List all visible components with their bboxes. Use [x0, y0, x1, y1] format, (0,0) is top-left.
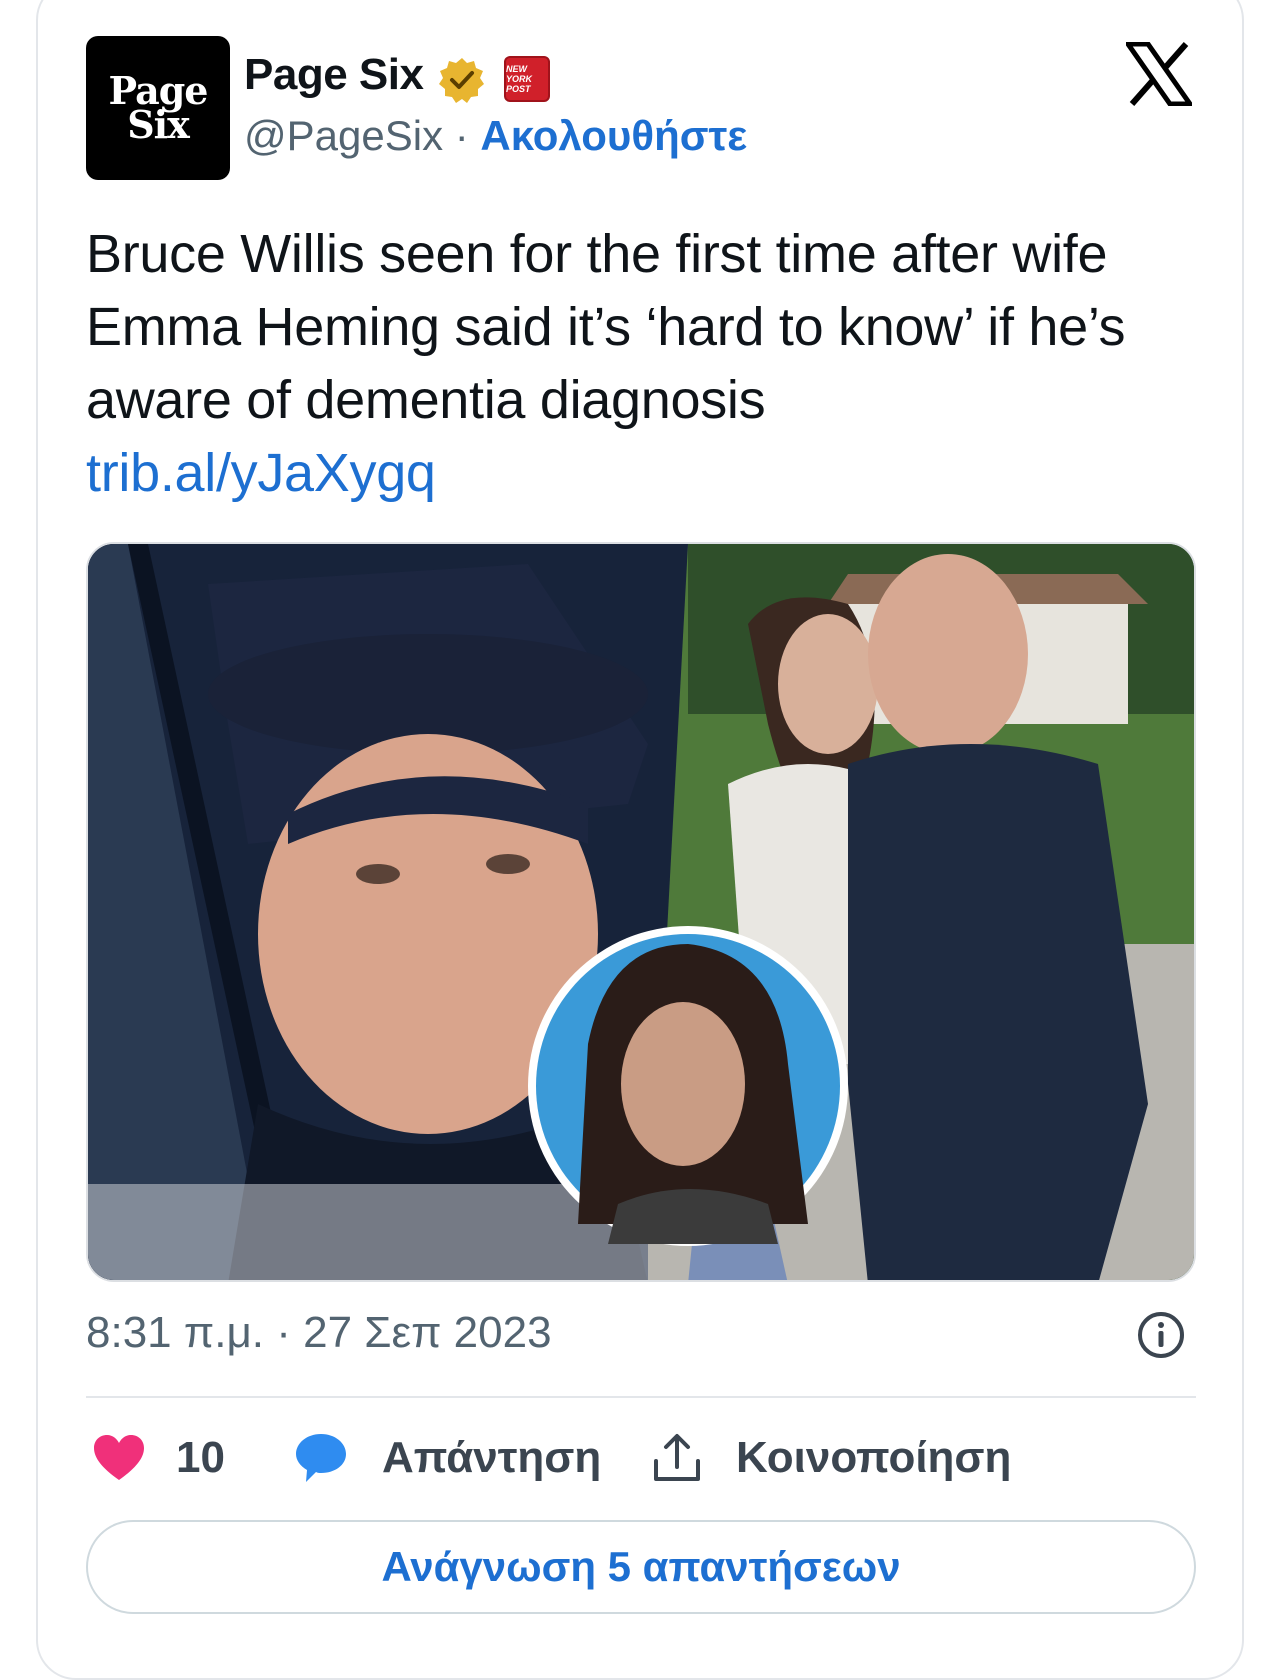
affiliate-badge-text: NEW YORK POST [506, 64, 533, 94]
like-button[interactable]: 10 [92, 1426, 225, 1490]
divider [86, 1396, 1196, 1398]
tweet-link[interactable]: trib.al/yJaXygq [86, 437, 1206, 510]
info-icon[interactable] [1136, 1310, 1186, 1360]
tweet-body: Bruce Willis seen for the first time aft… [86, 224, 1126, 430]
verified-badge-icon [439, 58, 484, 103]
tweet-text: Bruce Willis seen for the first time aft… [86, 218, 1206, 510]
reply-bubble-icon [296, 1434, 346, 1482]
photo-collage [88, 544, 1194, 1280]
share-button[interactable]: Κοινοποίηση [652, 1426, 1011, 1490]
avatar-line2: Six [127, 102, 190, 147]
reply-button[interactable]: Απάντηση [294, 1426, 601, 1490]
handle-row: @PageSix · Ακολουθήστε [244, 112, 747, 160]
account-handle[interactable]: @PageSix [244, 112, 443, 159]
tweet-image[interactable] [86, 542, 1196, 1282]
account-name[interactable]: Page Six [244, 50, 424, 100]
x-logo-icon[interactable] [1126, 42, 1192, 106]
avatar[interactable]: Page Six [86, 36, 230, 180]
read-replies-button[interactable]: Ανάγνωση 5 απαντήσεων [86, 1520, 1196, 1614]
follow-button[interactable]: Ακολουθήστε [480, 112, 747, 159]
reply-label: Απάντηση [382, 1433, 602, 1482]
heart-icon [94, 1435, 144, 1480]
share-icon [654, 1434, 700, 1481]
read-replies-label: Ανάγνωση 5 απαντήσεων [381, 1543, 901, 1590]
share-label: Κοινοποίηση [736, 1433, 1012, 1482]
separator: · [454, 112, 469, 159]
affiliate-badge[interactable]: NEW YORK POST [504, 56, 550, 102]
action-bar: 10 Απάντηση Κοινοποίηση [86, 1426, 1196, 1490]
like-count: 10 [176, 1433, 225, 1482]
tweet-timestamp[interactable]: 8:31 π.μ. · 27 Σεπ 2023 [86, 1308, 552, 1358]
